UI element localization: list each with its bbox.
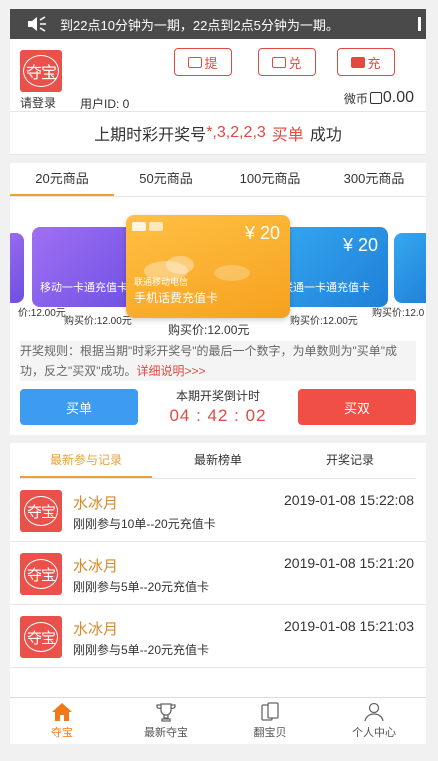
product-carousel[interactable]: 价:12.00元 移动一卡通充值卡 购买价:12.00元 ¥ 20 联通一卡通充…	[10, 197, 426, 339]
tab-draw-records[interactable]: 开奖记录	[284, 443, 416, 478]
countdown: 本期开奖倒计时 04 : 42 : 02	[160, 387, 276, 426]
list-item[interactable]: 夺宝 水冰月 2019-01-08 15:22:08 刚刚参与10单--20元充…	[10, 479, 426, 542]
tab-50[interactable]: 50元商品	[114, 163, 218, 196]
trophy-icon	[156, 703, 176, 722]
record-description: 刚刚参与5单--20元充值卡	[73, 580, 210, 594]
last-period-numbers: *,3,2,2,3	[206, 124, 266, 141]
home-icon	[52, 703, 72, 721]
login-link[interactable]: 请登录	[20, 94, 56, 111]
exchange-icon	[272, 56, 287, 68]
product-tabs: 20元商品 50元商品 100元商品 300元商品	[10, 163, 426, 197]
tab-100[interactable]: 100元商品	[218, 163, 322, 196]
record-description: 刚刚参与10单--20元充值卡	[73, 517, 216, 531]
bottom-nav: 夺宝 最新夺宝 翻宝贝 个人中心	[10, 697, 426, 744]
last-period-result: 上期时彩开奖号 *,3,2,2,3 买单 成功	[10, 112, 426, 155]
app-logo: 夺宝	[20, 50, 62, 92]
tab-20[interactable]: 20元商品	[10, 163, 114, 196]
coin-balance: 微币 0.00	[343, 89, 414, 106]
list-item[interactable]: 夺宝 水冰月 2019-01-08 15:21:20 刚刚参与5单--20元充值…	[10, 542, 426, 605]
avatar: 夺宝	[20, 616, 62, 658]
countdown-timer: 04 : 42 : 02	[169, 406, 267, 425]
buy-single-button[interactable]: 买单	[20, 389, 138, 425]
notice-text: 到22点10分钟为一期，22点到2点5分钟为一期。	[60, 17, 339, 33]
user-id: 用户ID: 0	[80, 97, 130, 111]
section-gap	[10, 155, 426, 163]
card-price: 购买价:12.00元	[290, 316, 358, 327]
record-time: 2019-01-08 15:21:03	[284, 618, 414, 634]
product-card-featured[interactable]: ¥ 20 联通移动电信 手机话费充值卡	[126, 215, 290, 318]
card-price: 购买价:12.00元	[64, 316, 132, 327]
app-frame: 到22点10分钟为一期，22点到2点5分钟为一期。 夺宝 请登录 用户ID: 0…	[10, 9, 426, 744]
record-tabs: 最新参与记录 最新榜单 开奖记录	[20, 443, 416, 479]
nav-latest[interactable]: 最新夺宝	[114, 698, 218, 744]
exchange-button[interactable]: 兑	[258, 48, 316, 76]
user-icon	[364, 702, 384, 722]
nav-flip[interactable]: 翻宝贝	[218, 698, 322, 744]
product-card-edge-left[interactable]	[10, 233, 24, 303]
buy-double-button[interactable]: 买双	[298, 389, 416, 425]
user-header: 夺宝 请登录 用户ID: 0 提 兑 充 微币 0.00	[10, 39, 426, 112]
recharge-button[interactable]: 充	[337, 48, 395, 76]
tab-latest-participation[interactable]: 最新参与记录	[20, 443, 152, 478]
product-card-edge-right[interactable]	[394, 233, 426, 303]
card-price-edge-right: 购买价:12.0	[372, 308, 425, 319]
last-period-outcome: 买单	[271, 127, 304, 144]
tab-latest-ranking[interactable]: 最新榜单	[152, 443, 284, 478]
record-user-name: 水冰月	[73, 621, 119, 638]
record-time: 2019-01-08 15:21:20	[284, 555, 414, 571]
record-user-name: 水冰月	[73, 558, 119, 575]
list-item[interactable]: 夺宝 水冰月 2019-01-08 15:21:03 刚刚参与5单--20元充值…	[10, 605, 426, 668]
record-user-name: 水冰月	[73, 495, 119, 512]
wallet-icon	[188, 56, 203, 68]
rules-more-link[interactable]: 详细说明>>>	[137, 364, 206, 378]
cards-icon	[261, 702, 279, 721]
nav-home[interactable]: 夺宝	[10, 698, 114, 744]
card-price-featured: 购买价:12.00元	[168, 323, 250, 337]
carrier-logos-icon	[132, 222, 163, 231]
speaker-icon	[26, 15, 48, 33]
section-gap	[10, 435, 426, 443]
notice-scroll-edge	[418, 17, 421, 31]
withdraw-button[interactable]: 提	[174, 48, 232, 76]
record-description: 刚刚参与5单--20元充值卡	[73, 643, 210, 657]
record-time: 2019-01-08 15:22:08	[284, 492, 414, 508]
rules-text: 开奖规则：根据当期"时彩开奖号"的最后一个数字，为单数则为"买单"成功，反之"买…	[20, 341, 416, 381]
coin-icon	[369, 92, 382, 104]
tab-300[interactable]: 300元商品	[322, 163, 426, 196]
recharge-icon	[351, 56, 366, 68]
avatar: 夺宝	[20, 490, 62, 532]
avatar: 夺宝	[20, 553, 62, 595]
notice-bar: 到22点10分钟为一期，22点到2点5分钟为一期。	[10, 9, 426, 39]
nav-profile[interactable]: 个人中心	[322, 698, 426, 744]
product-card[interactable]: ¥ 20 联通一卡通充值卡	[274, 227, 388, 307]
bet-actions: 买单 本期开奖倒计时 04 : 42 : 02 买双	[10, 381, 426, 435]
